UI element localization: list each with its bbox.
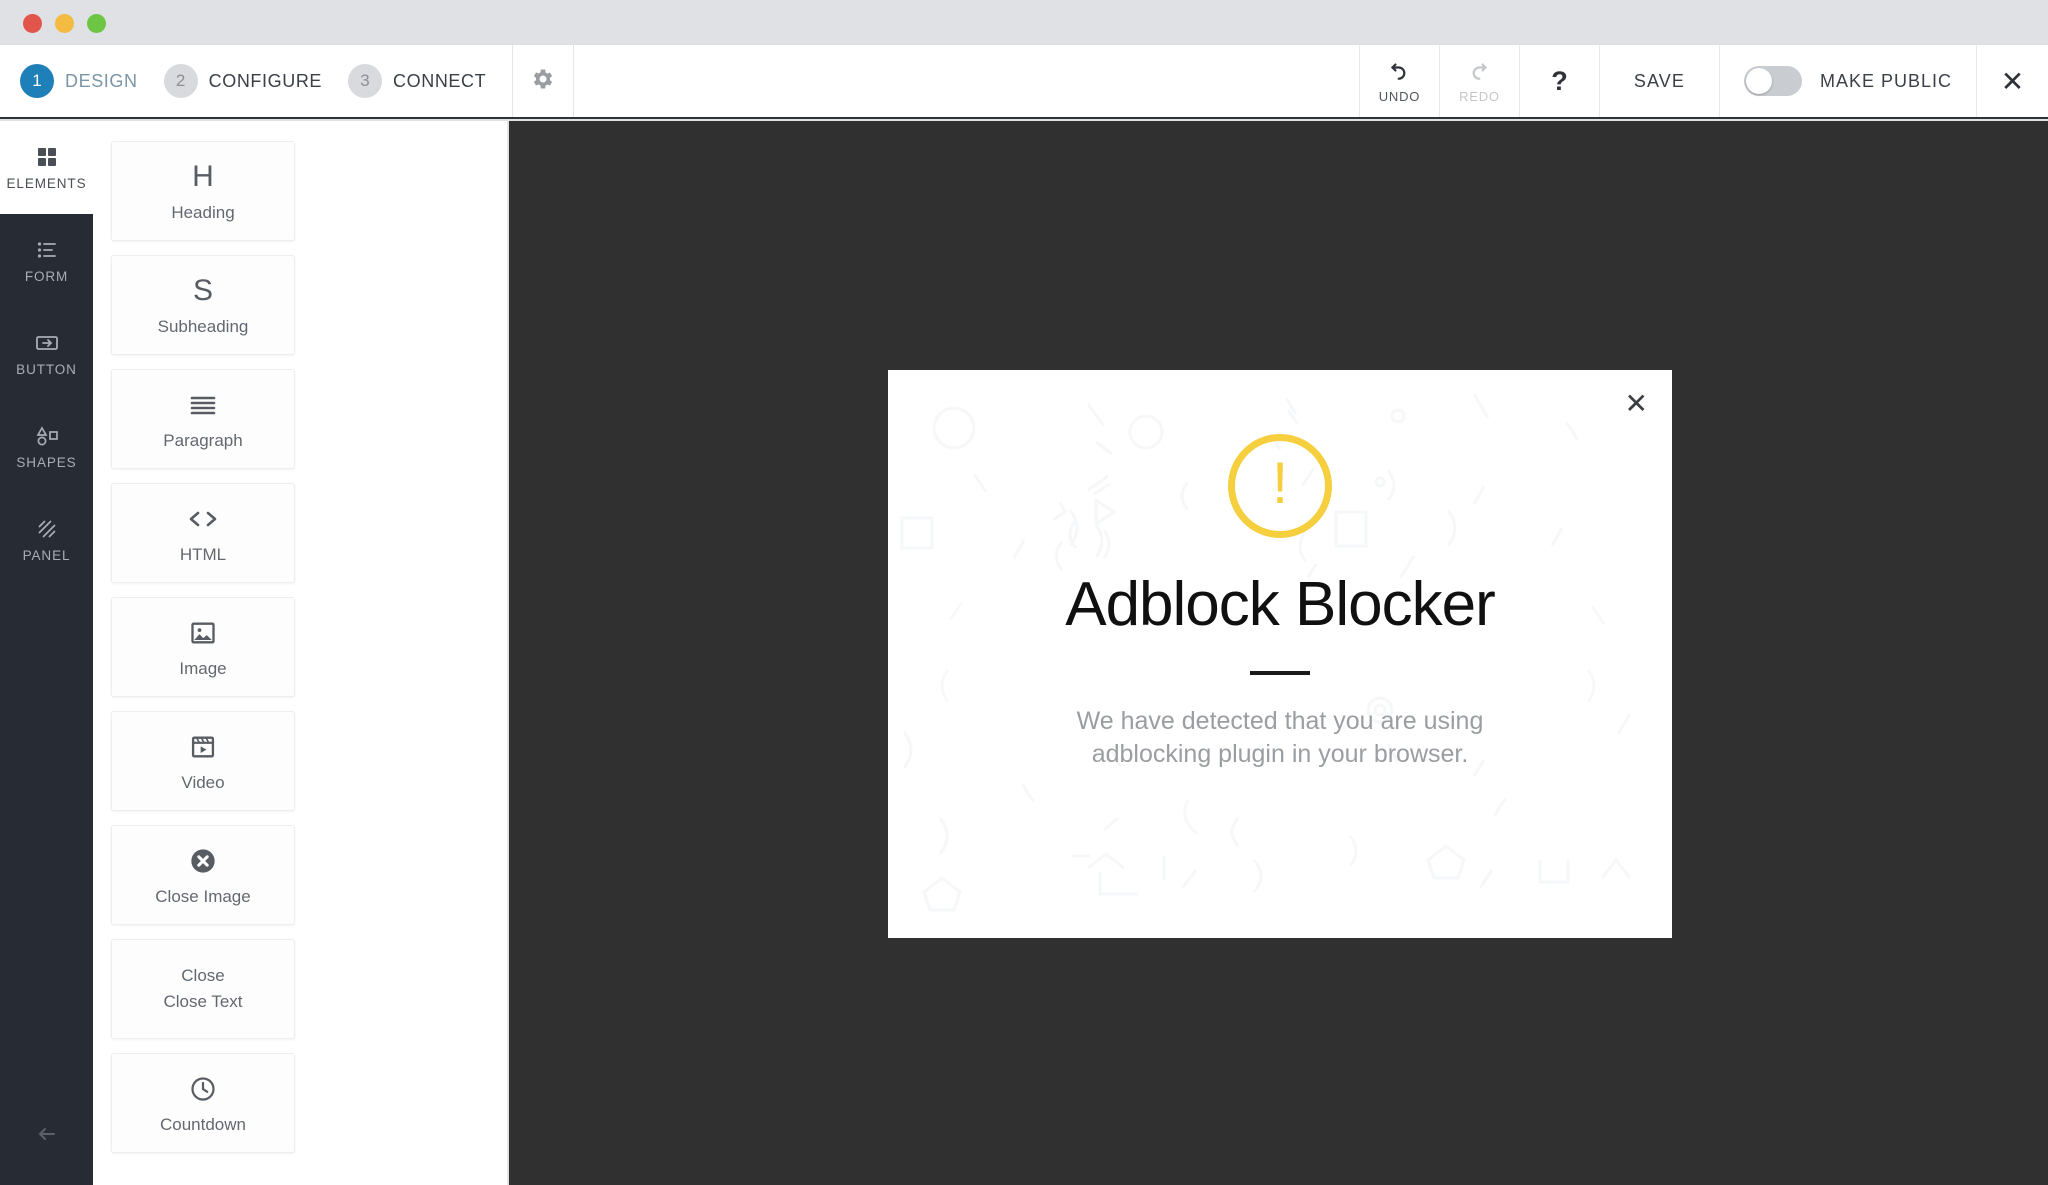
element-card-heading[interactable]: H Heading [111, 141, 295, 241]
element-card-subheading-label: Subheading [157, 316, 249, 336]
sidebar-item-form[interactable]: FORM [0, 214, 93, 307]
element-card-countdown-label: Countdown [159, 1114, 246, 1134]
left-sidebar: ELEMENTS FORM BUTTON SHAPES PANEL [0, 121, 93, 1185]
exclamation-mark: ! [1271, 451, 1289, 516]
sidebar-item-shapes-label: SHAPES [16, 455, 77, 470]
window-zoom-button[interactable] [87, 14, 106, 33]
modal-subtitle-line1: We have detected that you are using [1076, 707, 1484, 736]
step-design-label: DESIGN [65, 70, 138, 91]
step-design[interactable]: 1 DESIGN [20, 64, 164, 98]
step-connect-badge: 3 [348, 64, 383, 98]
element-card-html[interactable]: HTML [111, 483, 295, 583]
exclamation-circle-icon: ! [1228, 434, 1332, 538]
letter-h-icon: H [192, 159, 214, 193]
image-picture-icon [189, 616, 217, 650]
window-minimize-button[interactable] [55, 14, 74, 33]
element-card-close-image[interactable]: Close Image [111, 825, 295, 925]
sidebar-item-button[interactable]: BUTTON [0, 307, 93, 400]
sidebar-item-elements-label: ELEMENTS [6, 176, 87, 191]
question-mark-icon: ? [1551, 65, 1568, 96]
shapes-icon [34, 423, 60, 449]
traffic-lights [23, 14, 106, 33]
sidebar-item-panel[interactable]: PANEL [0, 493, 93, 586]
element-card-subheading[interactable]: S Subheading [111, 255, 295, 355]
arrow-left-icon [32, 1122, 62, 1151]
sidebar-item-panel-label: PANEL [22, 548, 71, 563]
sidebar-item-button-label: BUTTON [16, 362, 77, 377]
element-card-heading-label: Heading [171, 202, 235, 222]
wizard-steps: 1 DESIGN 2 CONFIGURE 3 CONNECT [0, 45, 512, 117]
letter-s-icon: S [192, 273, 213, 307]
undo-arrow-icon [1387, 58, 1411, 86]
step-connect-label: CONNECT [393, 70, 487, 91]
elements-panel: H Heading S Subheading Paragraph HTML Im… [93, 121, 508, 1185]
code-brackets-icon [187, 502, 219, 536]
step-configure-label: CONFIGURE [208, 70, 323, 91]
step-design-badge: 1 [20, 64, 54, 98]
step-configure-badge: 2 [163, 64, 198, 98]
modal-content: ! Adblock Blocker We have detected that … [888, 370, 1672, 938]
paragraph-lines-icon [189, 388, 217, 422]
element-card-countdown[interactable]: Countdown [111, 1053, 295, 1153]
modal-subtitle-line2: adblocking plugin in your browser. [1091, 740, 1469, 769]
element-card-close-text[interactable]: Close Close Text [111, 939, 295, 1039]
element-card-paragraph[interactable]: Paragraph [111, 369, 295, 469]
element-card-close-image-label: Close Image [155, 886, 251, 906]
redo-label: REDO [1459, 89, 1500, 104]
design-canvas[interactable]: ✕ ! Adblock Blocker We have detected tha… [509, 121, 2048, 1185]
redo-arrow-icon [1467, 58, 1491, 86]
step-connect[interactable]: 3 CONNECT [348, 64, 512, 98]
save-label: SAVE [1633, 70, 1685, 91]
toolbar-close-button[interactable]: ✕ [1976, 45, 2048, 117]
switch-knob [1745, 68, 1772, 94]
step-configure[interactable]: 2 CONFIGURE [163, 64, 348, 98]
save-button[interactable]: SAVE [1598, 45, 1719, 117]
make-public-switch[interactable] [1743, 66, 1802, 96]
element-card-close-text-title: Close [181, 966, 225, 985]
make-public-label: MAKE PUBLIC [1819, 70, 1952, 91]
help-button[interactable]: ? [1518, 45, 1599, 117]
window-close-button[interactable] [23, 14, 42, 33]
grid-squares-icon [35, 144, 59, 170]
form-list-icon [35, 237, 59, 263]
undo-button[interactable]: UNDO [1358, 45, 1439, 117]
video-clapper-icon [189, 730, 217, 764]
hatched-panel-icon [35, 516, 59, 542]
popup-modal[interactable]: ✕ ! Adblock Blocker We have detected tha… [888, 370, 1672, 938]
top-toolbar: 1 DESIGN 2 CONFIGURE 3 CONNECT UNDO REDO… [0, 45, 2048, 119]
undo-label: UNDO [1378, 89, 1421, 104]
close-icon: ✕ [2000, 65, 2025, 97]
sidebar-item-shapes[interactable]: SHAPES [0, 400, 93, 493]
sidebar-back-button[interactable] [0, 1122, 93, 1151]
gear-icon [530, 66, 556, 97]
element-card-paragraph-label: Paragraph [163, 430, 243, 450]
toolbar-settings-button[interactable] [512, 45, 575, 117]
element-card-image-label: Image [179, 658, 227, 678]
element-card-video[interactable]: Video [111, 711, 295, 811]
element-card-image[interactable]: Image [111, 597, 295, 697]
redo-button[interactable]: REDO [1438, 45, 1519, 117]
element-card-html-label: HTML [179, 544, 227, 564]
modal-title: Adblock Blocker [1065, 570, 1496, 639]
element-card-close-text-label: Close Text [163, 992, 243, 1011]
button-arrow-icon [34, 330, 60, 356]
element-card-grid: H Heading S Subheading Paragraph HTML Im… [93, 141, 507, 1153]
close-circle-icon [189, 844, 217, 878]
sidebar-item-elements[interactable]: ELEMENTS [0, 121, 93, 214]
sidebar-item-form-label: FORM [24, 269, 69, 284]
modal-divider [1250, 671, 1310, 676]
element-card-video-label: Video [181, 772, 225, 792]
window-chrome [0, 0, 2048, 45]
clock-icon [189, 1072, 217, 1106]
make-public-toggle[interactable]: MAKE PUBLIC [1718, 45, 1976, 117]
